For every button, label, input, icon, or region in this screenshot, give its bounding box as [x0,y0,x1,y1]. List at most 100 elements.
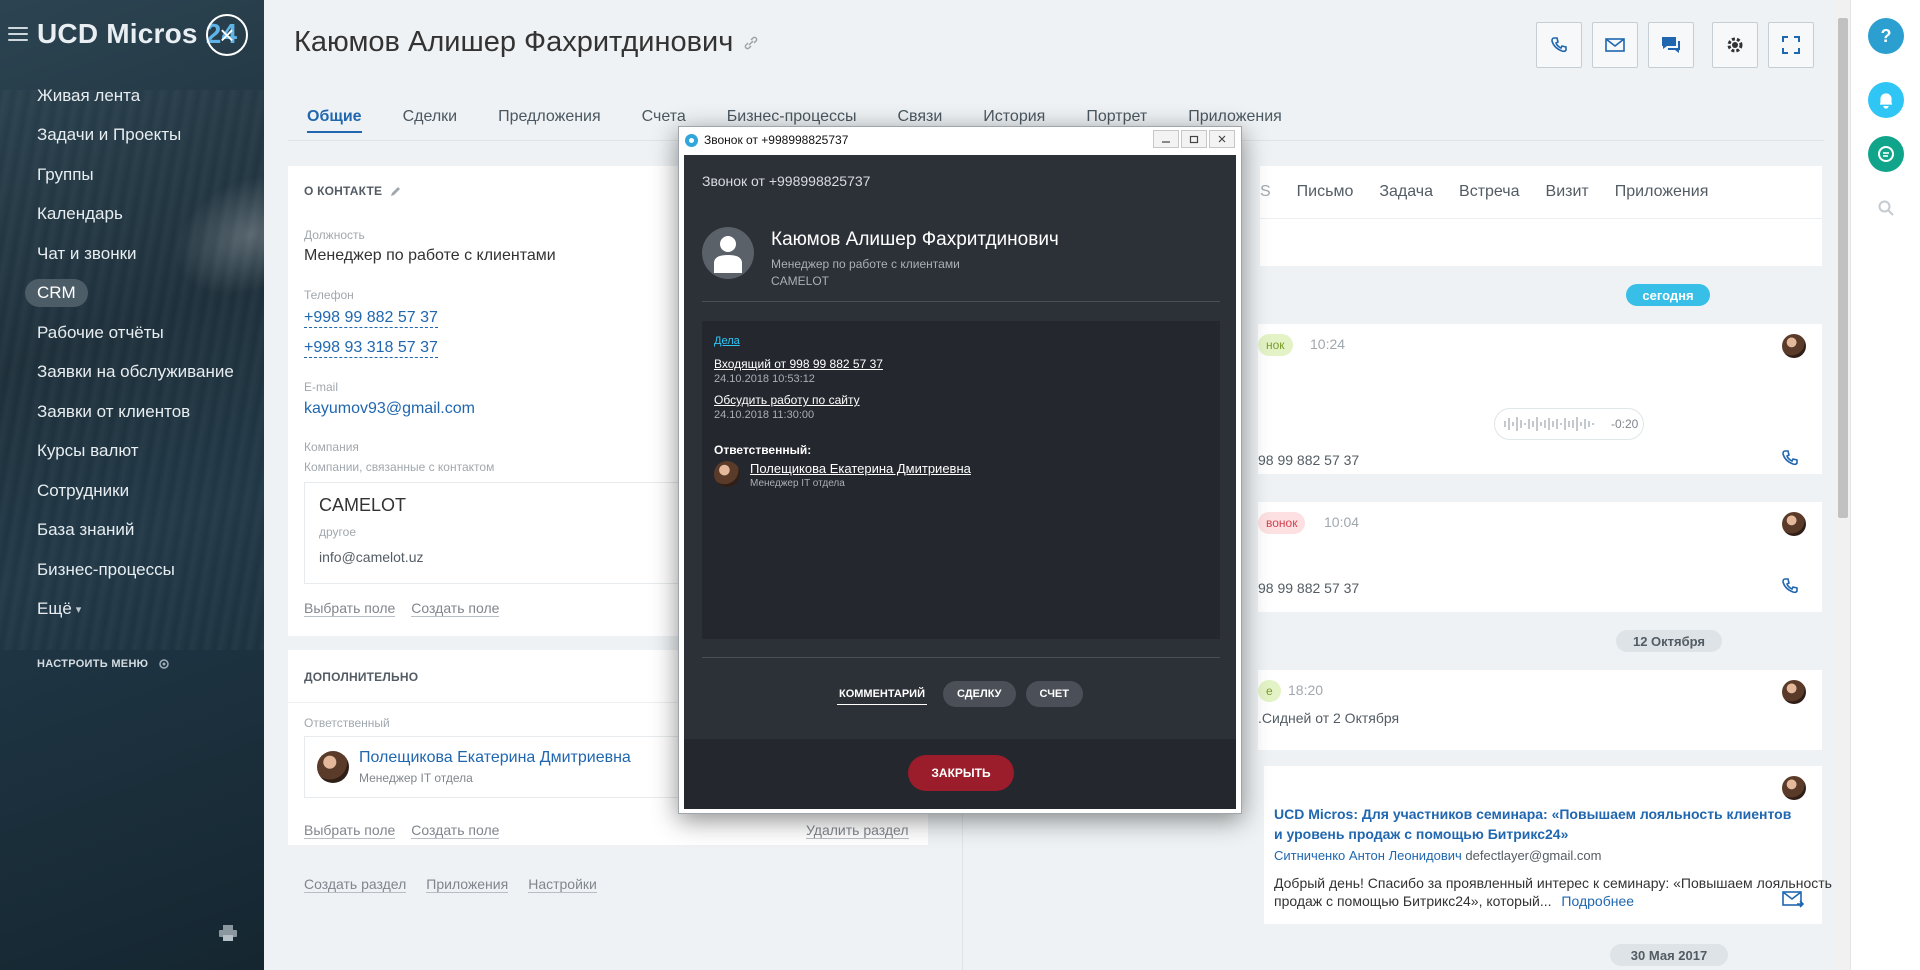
sidebar-item-chat[interactable]: Чат и звонки [0,234,264,274]
responsible-label: Ответственный [304,716,390,730]
close-call-button[interactable]: ЗАКРЫТЬ [908,755,1014,791]
phone-icon[interactable] [1780,448,1800,468]
timeline-tab-apps[interactable]: Приложения [1615,183,1709,201]
call-header: Звонок от +998998825737 [702,173,871,189]
responsible-name-link[interactable]: Полещикова Екатерина Дмитриевна [750,461,971,476]
select-field-link[interactable]: Выбрать поле [304,822,396,839]
sidebar-item-reports[interactable]: Рабочие отчёты [0,313,264,353]
apps-link[interactable]: Приложения [426,876,509,893]
printer-icon[interactable] [218,924,238,942]
timeline-tab-email[interactable]: Письмо [1297,183,1354,201]
caller-position: Менеджер по работе с клиентами [771,257,960,271]
responsible-role: Менеджер IT отдела [359,771,473,785]
responsible-name[interactable]: Полещикова Екатерина Дмитриевна [359,749,631,767]
create-field-link[interactable]: Создать поле [411,600,500,617]
caller-name: Каюмов Алишер Фахритдинович [771,229,1059,250]
sidebar-item-currency[interactable]: Курсы валют [0,432,264,472]
sidebar-item-employees[interactable]: Сотрудники [0,471,264,511]
company-email[interactable]: info@camelot.uz [319,549,423,565]
help-button[interactable]: ? [1868,18,1904,54]
tab-general[interactable]: Общие [307,108,362,133]
timeline-tab-task[interactable]: Задача [1379,183,1433,201]
status-badge: вонок [1258,512,1306,534]
phone-link-2[interactable]: +998 93 318 57 37 [304,339,438,358]
sidebar-item-service-requests[interactable]: Заявки на обслуживание [0,353,264,393]
settings-link[interactable]: Настройки [528,876,597,893]
dialog-titlebar[interactable]: Звонок от +998998825737 [679,127,1241,153]
sidebar-item-calendar[interactable]: Календарь [0,195,264,235]
sidebar-item-groups[interactable]: Группы [0,155,264,195]
audio-player[interactable]: -0:20 [1494,408,1644,440]
open-lines-button[interactable] [1868,136,1904,172]
timeline-tab-partial[interactable]: S [1260,183,1271,201]
status-badge: е [1258,680,1281,702]
app-icon [685,133,698,147]
mail-icon[interactable] [1782,890,1804,908]
chat-button[interactable] [1648,22,1694,68]
activity-link-2[interactable]: Обсудить работу по сайту [714,393,860,407]
email-subject[interactable]: UCD Micros: Для участников семинара: «По… [1274,804,1794,844]
timeline-tab-visit[interactable]: Визит [1546,183,1589,201]
restore-icon [1189,135,1199,144]
sidebar-item-bizproc[interactable]: Бизнес-процессы [0,550,264,590]
sidebar-item-client-requests[interactable]: Заявки от клиентов [0,392,264,432]
bottom-links: Создать раздел Приложения Настройки [304,876,597,893]
dialog-body: Звонок от +998998825737 Каюмов Алишер Фа… [684,155,1236,809]
maximize-button[interactable] [1181,130,1207,148]
fullscreen-button[interactable] [1768,22,1814,68]
settings-button[interactable] [1712,22,1758,68]
sidebar-item-crm[interactable]: CRM [0,274,264,314]
link-icon[interactable] [743,35,759,51]
page-scrollbar[interactable] [1836,0,1850,970]
select-field-link[interactable]: Выбрать поле [304,600,396,617]
dialog-footer: ЗАКРЫТЬ [684,739,1236,809]
sidebar-item-knowledge[interactable]: База знаний [0,511,264,551]
timeline-input[interactable] [1260,218,1822,266]
tab-quotes[interactable]: Предложения [498,108,601,133]
create-invoice-button[interactable]: СЧЕТ [1025,681,1083,707]
pencil-icon[interactable] [390,186,401,197]
close-window-button[interactable] [1209,130,1235,148]
sidebar-item-more[interactable]: Ещё ▾ [0,590,264,630]
sidebar-item-feed[interactable]: Живая лента [0,76,264,116]
notifications-button[interactable] [1868,82,1904,118]
tab-deals[interactable]: Сделки [403,108,458,133]
call-button[interactable] [1536,22,1582,68]
configure-menu-button[interactable]: НАСТРОИТЬ МЕНЮ [37,658,170,670]
responsible-role: Менеджер IT отдела [750,478,845,489]
timeline-tab-meeting[interactable]: Встреча [1459,183,1520,201]
user-icon [714,236,742,273]
date-badge: 12 Октября [1616,630,1722,652]
item-time: 10:04 [1324,514,1360,530]
create-section-link[interactable]: Создать раздел [304,876,407,893]
close-icon[interactable]: × [206,14,248,56]
timeline-item-email: UCD Micros: Для участников семинара: «По… [1264,766,1920,924]
caller-activities-panel: Дела Входящий от 998 99 882 57 37 24.10.… [702,321,1220,639]
phone-link-1[interactable]: +998 99 882 57 37 [304,309,438,328]
email-from-name[interactable]: Ситниченко Антон Леонидович [1274,848,1462,863]
sidebar-menu: Живая лента Задачи и Проекты Группы Кале… [0,76,264,629]
email-label: E-mail [304,380,339,394]
activity-link-1[interactable]: Входящий от 998 99 882 57 37 [714,357,883,371]
email-from-address: defectlayer@gmail.com [1465,848,1602,863]
sidebar-item-tasks[interactable]: Задачи и Проекты [0,116,264,156]
minimize-button[interactable] [1153,130,1179,148]
create-deal-button[interactable]: СДЕЛКУ [943,681,1016,707]
caller-avatar [702,227,754,279]
date-badge: 30 Мая 2017 [1610,944,1728,966]
email-link[interactable]: kayumov93@gmail.com [304,400,475,418]
more-link[interactable]: Подробнее [1561,893,1634,909]
delete-section-link[interactable]: Удалить раздел [806,822,909,839]
comment-button[interactable]: КОММЕНТАРИЙ [837,683,927,705]
search-button[interactable] [1868,190,1904,226]
phone-icon[interactable] [1780,576,1800,596]
email-button[interactable] [1592,22,1638,68]
create-field-link[interactable]: Создать поле [411,822,500,839]
menu-hamburger-icon[interactable] [8,24,28,44]
position-value: Менеджер по работе с клиентами [304,247,556,264]
deals-link[interactable]: Дела [714,335,740,347]
chat-icon [1878,146,1894,162]
scroll-thumb[interactable] [1838,18,1848,518]
avatar [714,461,740,487]
responsible-label: Ответственный: [714,443,812,457]
